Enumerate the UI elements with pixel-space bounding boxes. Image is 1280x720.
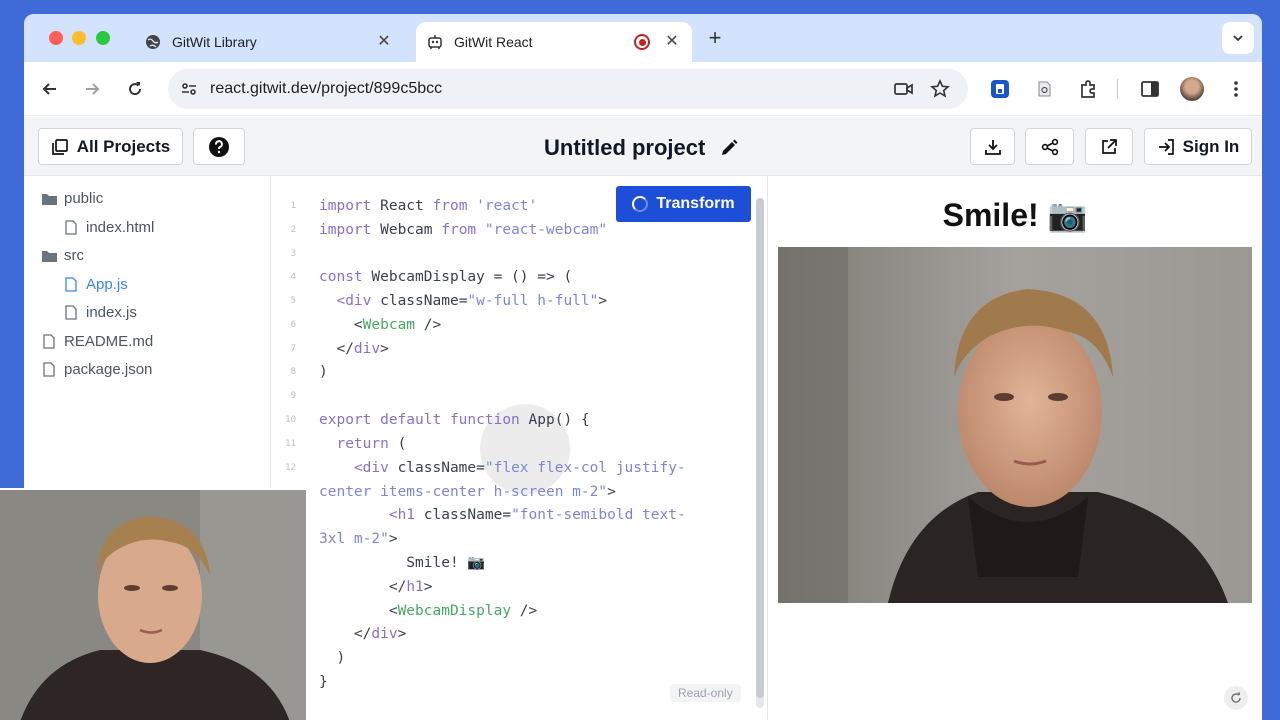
sign-in-button[interactable]: Sign In: [1144, 128, 1252, 165]
folder-icon: [40, 248, 58, 264]
copy-icon: [51, 138, 68, 155]
reload-icon: [129, 82, 142, 96]
file-tree-item-app-js[interactable]: App.js: [62, 276, 128, 293]
globe-icon: [144, 33, 162, 51]
document-at-icon: [1038, 81, 1051, 97]
close-window-button[interactable]: [49, 31, 63, 45]
extension-button-2[interactable]: [1032, 77, 1056, 101]
puzzle-icon: [1081, 80, 1095, 98]
file-name: package.json: [64, 361, 153, 378]
download-button[interactable]: [970, 128, 1015, 165]
project-title-text: Untitled project: [544, 135, 706, 160]
code-editor[interactable]: 1 import React from 'react' 2 import Webca…: [272, 176, 766, 720]
recording-icon: [634, 34, 650, 50]
refresh-icon: [1231, 692, 1241, 703]
chevron-down-icon: [1233, 35, 1243, 42]
file-name: public: [64, 190, 104, 207]
address-bar[interactable]: react.gitwit.dev/project/899c5bcc: [168, 69, 968, 109]
loading-spinner-icon: [632, 196, 649, 212]
maximize-window-button[interactable]: [96, 31, 110, 45]
file-name: index.js: [86, 304, 137, 321]
tab-title: GitWit React: [454, 34, 533, 50]
webcam-video: [778, 247, 1252, 603]
bookmark-star-icon[interactable]: [930, 79, 950, 99]
minimize-window-button[interactable]: [72, 31, 86, 45]
file-name: App.js: [86, 276, 128, 293]
file-name: README.md: [64, 333, 154, 350]
app-header: All Projects Untitled project Sign In: [24, 117, 1262, 176]
transform-label: Transform: [656, 195, 735, 212]
file-name: src: [64, 247, 84, 264]
file-name: index.html: [86, 219, 155, 236]
toolbar-divider: [1117, 79, 1118, 99]
close-tab-icon[interactable]: ✕: [374, 32, 394, 52]
all-projects-label: All Projects: [76, 136, 171, 156]
file-icon: [62, 277, 80, 293]
extension-button[interactable]: [988, 77, 1012, 101]
file-icon: [62, 305, 80, 321]
share-icon: [1041, 138, 1058, 155]
refresh-preview-button[interactable]: [1224, 686, 1248, 710]
share-button[interactable]: [1025, 128, 1074, 165]
preview-pane: Smile! 📷: [767, 176, 1262, 720]
extension-badge-icon: [991, 80, 1009, 98]
file-tree-item-index-js[interactable]: index.js: [62, 304, 137, 321]
tab-gitwit-library[interactable]: GitWit Library ✕: [134, 22, 404, 62]
tab-title: GitWit Library: [172, 34, 257, 50]
file-tree-item-index-html[interactable]: index.html: [62, 219, 154, 236]
project-title: Untitled project: [544, 135, 739, 161]
help-button[interactable]: [193, 128, 245, 165]
new-tab-button[interactable]: +: [704, 27, 726, 50]
editor-scrollbar[interactable]: [756, 198, 764, 708]
close-tab-icon[interactable]: ✕: [662, 32, 682, 52]
folder-icon: [40, 191, 58, 207]
file-tree-item-package-json[interactable]: package.json: [40, 361, 152, 378]
tab-strip: GitWit Library ✕ GitWit React ✕ +: [24, 14, 1262, 62]
arrow-left-icon: [42, 83, 56, 95]
browser-menu-button[interactable]: [1224, 77, 1248, 101]
file-icon: [40, 334, 58, 350]
reload-button[interactable]: [123, 77, 147, 101]
back-button[interactable]: [38, 77, 62, 101]
file-tree-folder-src[interactable]: src: [40, 247, 84, 264]
file-tree-item-readme[interactable]: README.md: [40, 333, 153, 350]
kebab-menu-icon: [1234, 81, 1238, 97]
robot-icon: [426, 33, 444, 51]
file-icon: [62, 220, 80, 236]
open-external-button[interactable]: [1085, 128, 1133, 165]
site-settings-icon[interactable]: [180, 80, 198, 98]
side-panel-icon: [1141, 81, 1159, 97]
download-icon: [984, 139, 1001, 155]
arrow-right-icon: [86, 83, 100, 95]
external-link-icon: [1102, 138, 1117, 154]
profile-avatar[interactable]: [1180, 77, 1204, 101]
sign-in-icon: [1158, 138, 1174, 155]
edit-title-button[interactable]: [719, 138, 739, 158]
presenter-webcam-overlay: [0, 488, 308, 720]
tab-search-button[interactable]: [1222, 22, 1254, 54]
all-projects-button[interactable]: All Projects: [38, 128, 183, 165]
preview-heading: Smile! 📷: [942, 197, 1088, 233]
tab-gitwit-react[interactable]: GitWit React ✕: [416, 22, 692, 62]
url-text: react.gitwit.dev/project/899c5bcc: [210, 80, 443, 97]
sign-in-label: Sign In: [1182, 136, 1240, 156]
help-icon: [209, 136, 229, 157]
forward-button[interactable]: [80, 77, 104, 101]
read-only-badge: Read-only: [670, 684, 741, 702]
file-icon: [40, 362, 58, 378]
camera-in-use-icon[interactable]: [894, 80, 914, 98]
browser-toolbar: react.gitwit.dev/project/899c5bcc: [24, 62, 1262, 116]
side-panel-button[interactable]: [1138, 77, 1162, 101]
extensions-button[interactable]: [1076, 77, 1100, 101]
transform-button[interactable]: Transform: [616, 186, 751, 222]
pencil-icon: [722, 139, 738, 155]
file-tree-folder-public[interactable]: public: [40, 190, 103, 207]
scrollbar-thumb[interactable]: [756, 198, 764, 698]
